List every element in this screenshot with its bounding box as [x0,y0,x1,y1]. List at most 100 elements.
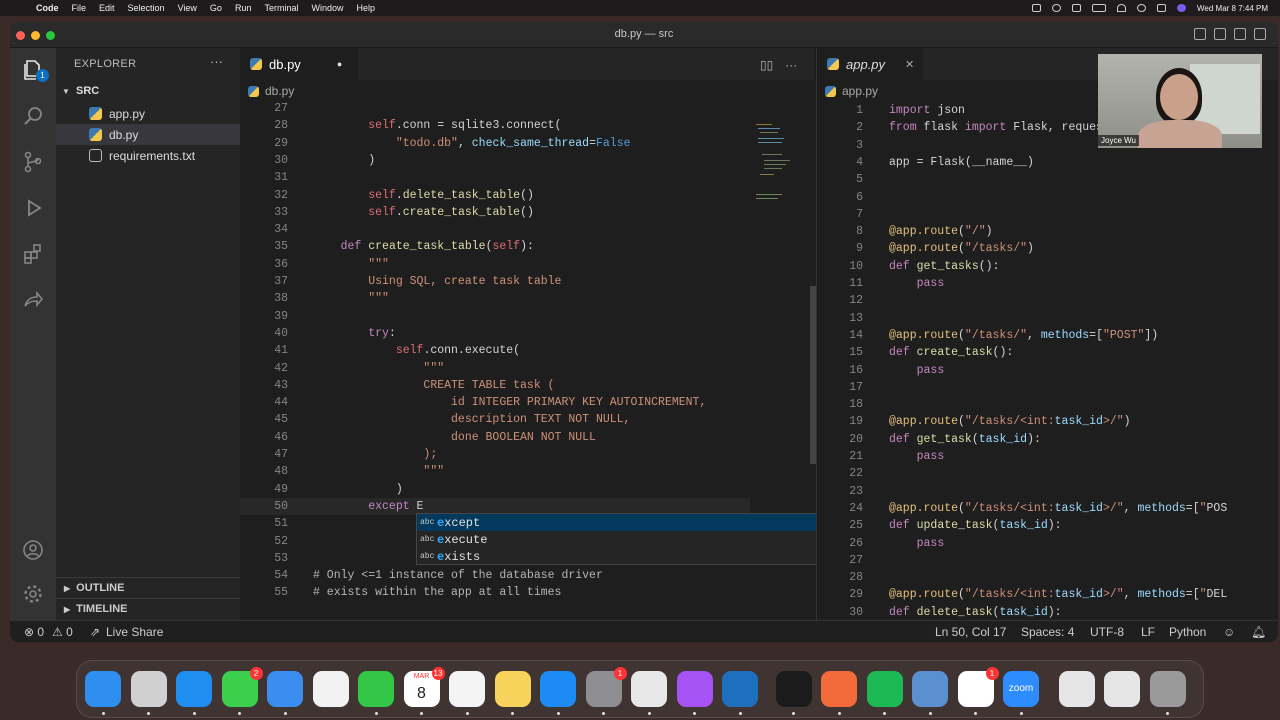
search-icon[interactable] [21,104,45,128]
errors-indicator[interactable]: ⊗ 0 [24,625,44,639]
live-share-icon[interactable] [21,288,45,312]
notifications-bell-icon[interactable]: 🔔︎ [1251,625,1266,639]
code-line[interactable]: 27 [240,100,750,117]
code-line[interactable]: 9 @app.route("/tasks/") [817,240,1227,257]
suggestion-except[interactable]: abc e xcept [417,514,827,531]
code-line[interactable]: 32 self.delete_task_table() [240,187,750,204]
code-line[interactable]: 12 [817,292,1227,309]
gear-icon[interactable] [21,582,45,606]
breadcrumb-file[interactable]: db.py [265,84,294,98]
status-bluetooth-icon[interactable] [1072,4,1081,12]
messages-dock-icon[interactable]: 2 [221,667,263,707]
system-preferences-dock-icon[interactable]: 1 [585,667,627,707]
code-line[interactable]: 17 [817,379,1227,396]
zoom-dock-icon[interactable]: zoom [1003,671,1039,707]
file-requirements-txt[interactable]: requirements.txt [56,145,240,166]
code-line[interactable]: 55 # exists within the app at all times [240,584,750,601]
code-line[interactable]: 34 [240,221,750,238]
preview-dock-icon[interactable] [912,671,948,707]
code-line[interactable]: 38 """ [240,290,750,307]
code-line[interactable]: 22 [817,465,1227,482]
code-line[interactable]: 40 try: [240,325,750,342]
safari-dock-icon[interactable] [176,671,212,707]
code-line[interactable]: 13 [817,310,1227,327]
toggle-sidebar-icon[interactable] [1194,28,1206,40]
code-line[interactable]: 14 @app.route("/tasks/", methods=["POST"]… [817,327,1227,344]
end-of-line[interactable]: LF [1141,625,1155,639]
code-line[interactable]: 25 def update_task(task_id): [817,517,1227,534]
status-siri-icon[interactable] [1177,4,1186,12]
file-app-py[interactable]: app.py [56,103,240,124]
app-store-dock-icon[interactable] [540,671,576,707]
downloads-dock-icon[interactable] [1104,671,1140,707]
document-dock-icon[interactable] [1058,671,1095,707]
messenger-dock-icon[interactable] [676,671,713,707]
code-line[interactable]: 29 @app.route("/tasks/<int:task_id>/", me… [817,586,1227,603]
menu-go[interactable]: Go [210,3,222,13]
code-line[interactable]: 24 @app.route("/tasks/<int:task_id>/", me… [817,500,1227,517]
menu-run[interactable]: Run [235,3,252,13]
code-line[interactable]: 35 def create_task_table(self): [240,238,750,255]
warnings-indicator[interactable]: ⚠ 0 [52,625,73,639]
code-line[interactable]: 8 @app.route("/") [817,223,1227,240]
finder-dock-icon[interactable] [85,671,121,707]
mail-dock-icon[interactable] [267,671,303,707]
calendar-dock-icon[interactable]: 8 MAR 13 [403,667,445,707]
toggle-panel-icon[interactable] [1214,28,1226,40]
code-line[interactable]: 48 """ [240,463,750,480]
menu-app-name[interactable]: Code [36,3,59,13]
code-line[interactable]: 39 [240,308,750,325]
menu-window[interactable]: Window [311,3,343,13]
explorer-more-icon[interactable]: ··· [210,54,223,69]
code-line[interactable]: 7 [817,206,1227,223]
code-line[interactable]: 19 @app.route("/tasks/<int:task_id>/") [817,413,1227,430]
code-line[interactable]: 20 def get_task(task_id): [817,431,1227,448]
code-line[interactable]: 23 [817,483,1227,500]
code-line[interactable]: 43 CREATE TABLE task ( [240,377,750,394]
spotify-dock-icon[interactable] [866,671,903,707]
code-line[interactable]: 42 """ [240,360,750,377]
folder-src[interactable]: ▼ SRC [56,81,240,101]
extensions-icon[interactable] [21,242,45,266]
status-search-icon[interactable] [1137,4,1146,12]
launchpad-dock-icon[interactable] [130,671,167,707]
customize-layout-icon[interactable] [1254,28,1266,40]
code-line[interactable]: 4 app = Flask(__name__) [817,154,1227,171]
code-line[interactable]: 5 [817,171,1227,188]
more-actions-icon[interactable]: ··· [785,58,797,72]
encoding[interactable]: UTF-8 [1090,625,1124,639]
code-line[interactable]: 30 ) [240,152,750,169]
code-line[interactable]: 30 def delete_task(task_id): [817,604,1227,620]
slack-dock-icon[interactable]: 1 [957,667,999,707]
tab-app-py[interactable]: app.py ✕ [817,48,923,80]
code-line[interactable]: 27 [817,552,1227,569]
reminders-dock-icon[interactable] [449,671,485,707]
code-line[interactable]: 10 def get_tasks(): [817,258,1227,275]
code-line[interactable]: 21 pass [817,448,1227,465]
status-moon-icon[interactable] [1052,4,1061,12]
code-line[interactable]: 18 [817,396,1227,413]
split-editor-icon[interactable]: ▯▯ [760,58,773,72]
code-area[interactable]: 1 import json 2 from flask import Flask, re… [817,102,1227,620]
code-line[interactable]: 28 self.conn = sqlite3.connect( [240,117,750,134]
code-line[interactable]: 26 pass [817,535,1227,552]
menu-terminal[interactable]: Terminal [264,3,298,13]
code-line[interactable]: 46 done BOOLEAN NOT NULL [240,429,750,446]
menu-help[interactable]: Help [356,3,375,13]
status-battery-icon[interactable] [1092,4,1106,12]
status-folder-icon[interactable] [1032,4,1041,12]
code-line[interactable]: 15 def create_task(): [817,344,1227,361]
timeline-section[interactable]: ▶ TIMELINE [56,598,240,619]
code-line[interactable]: 49 ) [240,481,750,498]
code-line[interactable]: 16 pass [817,362,1227,379]
menu-view[interactable]: View [178,3,197,13]
close-tab-icon[interactable]: ✕ [905,58,914,71]
breadcrumb-file[interactable]: app.py [842,84,878,98]
run-debug-icon[interactable] [21,196,45,220]
code-line[interactable]: 54 # Only <=1 instance of the database dr… [240,567,750,584]
code-line[interactable]: 29 "todo.db", check_same_thread=False [240,135,750,152]
explorer-icon[interactable]: 1 [21,58,49,82]
trash-dock-icon[interactable] [1149,671,1186,707]
code-line[interactable]: 36 """ [240,256,750,273]
code-line[interactable]: 47 ); [240,446,750,463]
